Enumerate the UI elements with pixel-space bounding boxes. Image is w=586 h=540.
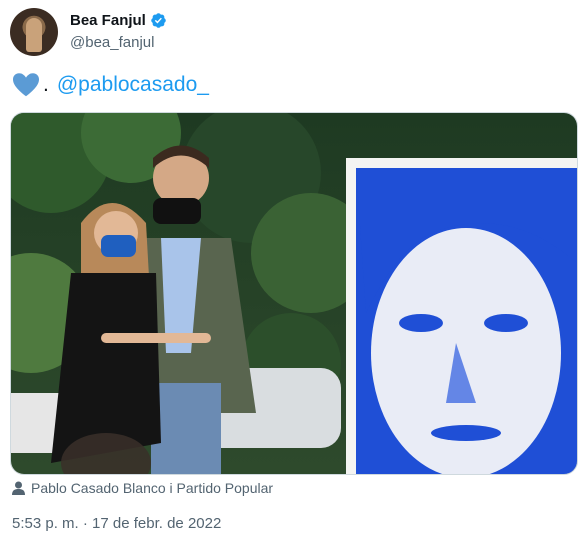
blue-heart-icon bbox=[13, 73, 39, 97]
author-name[interactable]: Bea Fanjul bbox=[70, 12, 167, 29]
tweet-timestamp[interactable]: 5:53 p. m. · 17 de febr. de 2022 bbox=[12, 515, 221, 532]
photo-tag[interactable]: Pablo Casado Blanco i Partido Popular bbox=[12, 480, 273, 496]
mention-link[interactable]: @pablocasado_ bbox=[57, 73, 209, 97]
photo-image bbox=[11, 113, 577, 474]
photo-tag-text[interactable]: Pablo Casado Blanco i Partido Popular bbox=[31, 480, 273, 496]
author-name-text[interactable]: Bea Fanjul bbox=[70, 12, 146, 29]
tweet-separator: . bbox=[43, 73, 49, 96]
tweet-photo[interactable] bbox=[10, 112, 578, 475]
avatar[interactable] bbox=[10, 8, 58, 56]
author-handle[interactable]: @bea_fanjul bbox=[70, 34, 154, 51]
tweet-text: . @pablocasado_ bbox=[12, 72, 209, 98]
verified-badge-icon bbox=[151, 13, 166, 28]
user-icon bbox=[12, 481, 25, 495]
